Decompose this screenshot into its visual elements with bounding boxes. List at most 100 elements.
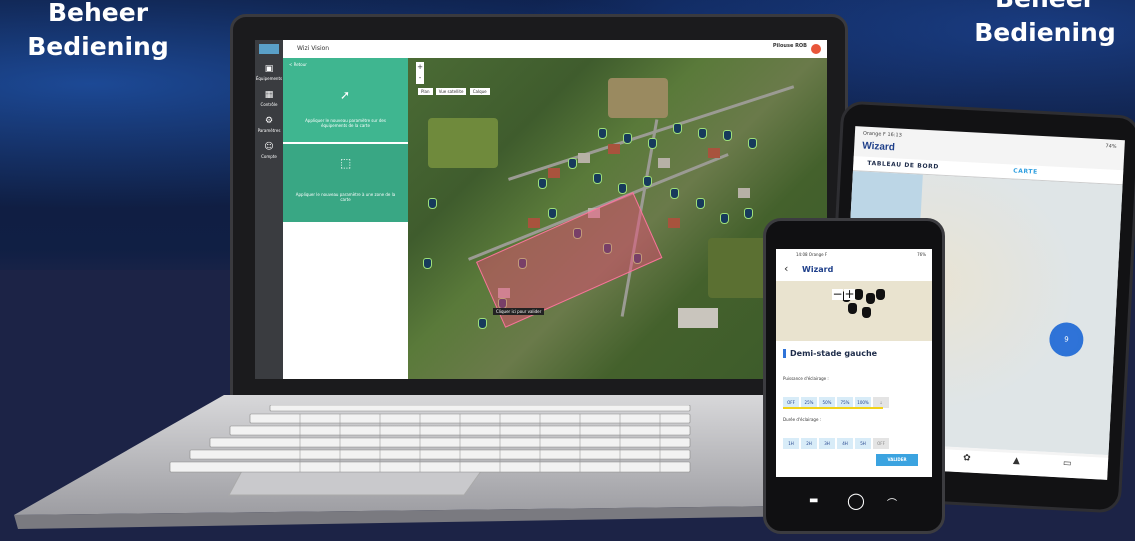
- duration-option[interactable]: 5H: [855, 438, 871, 449]
- user-name: Pilouse ROB: [772, 43, 807, 49]
- home-button-icon[interactable]: ◯: [847, 491, 865, 510]
- keyboard: [169, 405, 691, 473]
- map-house: [528, 218, 540, 228]
- heading-right-line2: Bediening: [974, 18, 1116, 47]
- lamp-pin[interactable]: [696, 198, 705, 209]
- phone-screen: 14:08 Orange F 76% ‹ Wizard − + Demi-stad…: [776, 249, 932, 477]
- lamp-pin[interactable]: [428, 198, 437, 209]
- sidebar-item-controle[interactable]: ▦ Contrôle: [255, 88, 283, 116]
- heading-right-line1: Beheer: [960, 0, 1130, 16]
- heading-left-line1: Beheer: [47, 0, 149, 27]
- duration-option[interactable]: 4H: [837, 438, 853, 449]
- sidebar-item-label: Compte: [261, 154, 277, 159]
- option-select-zone[interactable]: ⬚ Appliquer le nouveau paramètre à une z…: [283, 144, 408, 222]
- option-select-equipments[interactable]: < Retour ➚ Appliquer le nouveau paramètr…: [283, 58, 408, 142]
- duration-option[interactable]: 2H: [801, 438, 817, 449]
- map-layer-buttons: Plan Vue satellite Calque: [418, 88, 492, 95]
- map-house: [668, 218, 680, 228]
- map-house: [708, 148, 720, 158]
- lamp-pin[interactable]: [478, 318, 487, 329]
- app-logo: [259, 44, 279, 54]
- option-zone-text: Appliquer le nouveau paramètre à une zon…: [295, 192, 396, 202]
- lamp-pin[interactable]: [643, 176, 652, 187]
- tab-dashboard[interactable]: TABLEAU DE BORD: [867, 160, 939, 171]
- menu-icon[interactable]: ▬: [809, 495, 818, 506]
- lamp-pin[interactable]: [723, 130, 732, 141]
- lamp-pin[interactable]: [623, 133, 632, 144]
- lamp-pin[interactable]: [876, 289, 885, 300]
- map-field: [608, 78, 668, 118]
- zoom-in-button[interactable]: +: [416, 62, 424, 73]
- lamp-pin[interactable]: [618, 183, 627, 194]
- back-icon[interactable]: ⌒: [887, 495, 897, 510]
- back-link[interactable]: < Retour: [289, 62, 307, 67]
- option-equipments-text: Appliquer le nouveau paramètre sur des é…: [305, 118, 386, 128]
- app-sidebar: ▣ Équipements ▦ Contrôle ⚙ Paramètres ☺ …: [255, 40, 283, 379]
- app-header: Wizi Vision Pilouse ROB: [283, 40, 827, 59]
- laptop-screen: ▣ Équipements ▦ Contrôle ⚙ Paramètres ☺ …: [255, 40, 827, 379]
- lamp-pin[interactable]: [548, 208, 557, 219]
- duration-options: 1H 2H 3H 4H 5H OFF: [783, 430, 891, 449]
- building-icon: ▣: [264, 64, 274, 74]
- zoom-in-button[interactable]: +: [844, 288, 855, 300]
- map-house: [658, 158, 670, 168]
- validate-button[interactable]: VALIDER: [876, 454, 918, 466]
- map-tooltip: Cliquer ici pour valider: [493, 308, 545, 315]
- power-bar: [783, 407, 883, 409]
- sidebar-item-compte[interactable]: ☺ Compte: [255, 140, 283, 168]
- user-icon: ☺: [264, 142, 274, 152]
- lamp-pin[interactable]: [598, 128, 607, 139]
- zoom-out-button[interactable]: -: [416, 73, 424, 84]
- map-satellite-button[interactable]: Vue satellite: [435, 88, 467, 95]
- lamp-pin[interactable]: [848, 303, 857, 314]
- zoom-out-button[interactable]: −: [832, 288, 843, 300]
- lamp-pin[interactable]: [648, 138, 657, 149]
- heading-right: Beheer Bediening: [960, 0, 1130, 50]
- lamp-pin[interactable]: [866, 293, 875, 304]
- phone-zoom-control[interactable]: − +: [832, 287, 856, 301]
- duration-label: Durée d'éclairage :: [783, 417, 822, 422]
- power-options: OFF 25% 50% 75% 100% ↓: [783, 389, 891, 408]
- nav-warning-icon[interactable]: ▲: [1013, 456, 1020, 466]
- lamp-pin[interactable]: [670, 188, 679, 199]
- lamp-pin[interactable]: [568, 158, 577, 169]
- tablet-status-left: Orange F 16:13: [862, 130, 902, 139]
- heading-left: Beheer Bediening: [18, 0, 178, 64]
- duration-option[interactable]: 1H: [783, 438, 799, 449]
- lamp-pin[interactable]: [744, 208, 753, 219]
- map-house: [608, 144, 620, 154]
- lamp-pin[interactable]: [673, 123, 682, 134]
- back-arrow-icon[interactable]: ‹: [784, 262, 788, 275]
- sidebar-item-label: Contrôle: [260, 102, 278, 107]
- sidebar-item-label: Équipements: [255, 76, 283, 81]
- map-cluster[interactable]: 9: [1048, 321, 1085, 358]
- lamp-pin[interactable]: [423, 258, 432, 269]
- tab-map[interactable]: CARTE: [1013, 168, 1038, 176]
- map-house: [548, 168, 560, 178]
- app-title: Wizi Vision: [297, 45, 330, 52]
- sidebar-item-label: Paramètres: [257, 128, 281, 133]
- lamp-pin[interactable]: [593, 173, 602, 184]
- map-building: [678, 308, 718, 328]
- sidebar-item-parametres[interactable]: ⚙ Paramètres: [255, 114, 283, 142]
- cursor-icon: ➚: [340, 88, 351, 102]
- nav-bulb-icon[interactable]: ✿: [963, 453, 971, 463]
- sidebar-item-equipements[interactable]: ▣ Équipements: [255, 62, 283, 90]
- phone-app-title: Wizard: [802, 265, 834, 274]
- duration-option[interactable]: OFF: [873, 438, 889, 449]
- phone-hardware-buttons: ▬ ◯ ⌒: [801, 491, 911, 515]
- map-zoom-control[interactable]: + -: [416, 62, 424, 84]
- map-layer-button[interactable]: Calque: [469, 88, 490, 95]
- lamp-pin[interactable]: [862, 307, 871, 318]
- map-plan-button[interactable]: Plan: [418, 88, 433, 95]
- heading-left-line2: Bediening: [27, 32, 169, 61]
- duration-option[interactable]: 3H: [819, 438, 835, 449]
- lamp-pin[interactable]: [538, 178, 547, 189]
- map-house: [578, 153, 590, 163]
- lamp-pin[interactable]: [698, 128, 707, 139]
- avatar[interactable]: [811, 44, 821, 54]
- grid-icon: ▦: [264, 90, 274, 100]
- nav-calendar-icon[interactable]: ▭: [1063, 459, 1072, 469]
- lamp-pin[interactable]: [748, 138, 757, 149]
- lamp-pin[interactable]: [720, 213, 729, 224]
